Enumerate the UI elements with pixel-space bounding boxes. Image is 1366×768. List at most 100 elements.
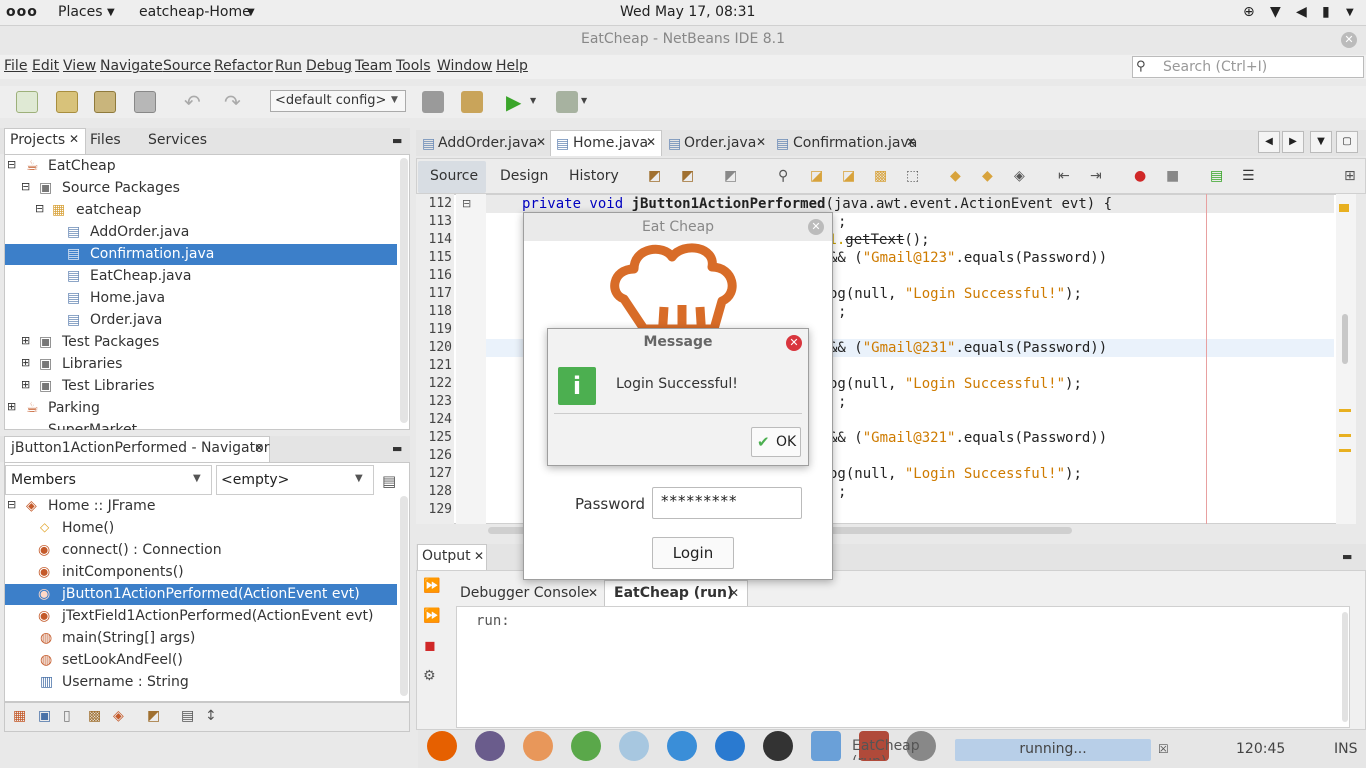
scrollbar[interactable] [400,496,408,696]
nav-item[interactable]: setLookAndFeel() [62,652,183,668]
filter-nonpublic-icon[interactable]: ▯ [63,708,71,724]
nav-item[interactable]: main(String[] args) [62,630,195,646]
music-icon[interactable] [523,731,553,761]
activities-button[interactable]: ooo [6,4,38,20]
volume-icon[interactable]: ◀ [1296,4,1307,20]
find-next-icon[interactable]: ◪ [842,168,855,184]
chevron-down-icon[interactable]: ▼ [1346,7,1354,18]
tab-confirmation[interactable]: Confirmation.java [793,135,917,151]
forward-icon[interactable]: ◩ [724,168,737,184]
minimize-icon[interactable]: ▬ [1342,550,1352,563]
simplenote-icon[interactable] [715,731,745,761]
search-input[interactable]: Search (Ctrl+I) [1132,56,1364,78]
firefox-icon[interactable] [427,731,457,761]
redo-icon[interactable]: ↷ [224,90,241,114]
tree-item-order[interactable]: Order.java [90,312,162,328]
uncomment-icon[interactable]: ☰ [1242,168,1255,184]
split-icon[interactable]: ⊞ [1344,168,1356,184]
fold-icon[interactable]: ⊟ [462,197,471,210]
stop-icon[interactable]: ◼ [424,638,436,654]
login-button[interactable]: Login [652,537,734,569]
settings-icon[interactable]: ⚙ [423,668,436,684]
find-previous-icon[interactable]: ◪ [810,168,823,184]
marker[interactable] [1339,204,1349,212]
close-icon[interactable]: ✕ [1341,32,1357,48]
tree-item-supermarket[interactable]: SuperMarket [48,422,137,430]
menu-source[interactable]: Source [163,58,211,74]
menu-tools[interactable]: Tools [396,58,431,74]
tab-addorder[interactable]: AddOrder.java [438,135,537,151]
password-field[interactable]: ********* [652,487,802,519]
menu-run[interactable]: Run [275,58,302,74]
find-icon[interactable]: ⚲ [778,168,788,184]
open-project-icon[interactable] [94,91,116,113]
tree-item-test-libraries[interactable]: Test Libraries [62,378,154,394]
tree-item-eatcheap-package[interactable]: eatcheap [76,202,141,218]
tab-debugger-console[interactable]: Debugger Console [460,585,589,601]
next-bookmark-icon[interactable]: ◆ [982,168,993,184]
tab-services[interactable]: Services [148,132,207,148]
debug-icon[interactable] [556,91,578,113]
tree-item-eatcheap-java[interactable]: EatCheap.java [90,268,191,284]
files-icon[interactable] [475,731,505,761]
close-icon[interactable]: ✕ [729,586,739,600]
undo-icon[interactable]: ↶ [184,90,201,114]
shift-right-icon[interactable]: ⇥ [1090,168,1102,184]
new-project-icon[interactable] [56,91,78,113]
terminal-icon[interactable] [763,731,793,761]
help-icon[interactable] [667,731,697,761]
menu-team[interactable]: Team [355,58,392,74]
tree-item-libraries[interactable]: Libraries [62,356,122,372]
build-icon[interactable] [422,91,444,113]
tree-item-test-packages[interactable]: Test Packages [62,334,159,350]
chevron-down-icon[interactable]: ▼ [530,96,536,105]
places-menu[interactable]: Places [58,4,103,20]
subtab-history[interactable]: History [569,168,619,184]
tree-item-confirmation[interactable]: Confirmation.java [90,246,214,262]
tree-item-parking[interactable]: Parking [48,400,100,416]
battery-icon[interactable]: ▮ [1322,4,1330,20]
nav-item[interactable]: Username : String [62,674,189,690]
menu-edit[interactable]: Edit [32,58,59,74]
collapse-icon[interactable]: ⊟ [21,180,30,193]
last-edit-icon[interactable]: ◩ [648,168,661,184]
config-select[interactable]: <default config> [270,90,406,112]
output-console[interactable] [456,606,1350,728]
wifi-icon[interactable]: ▼ [1270,4,1281,20]
clock[interactable]: Wed May 17, 08:31 [620,4,755,20]
prev-bookmark-icon[interactable]: ◆ [950,168,961,184]
save-all-icon[interactable] [134,91,156,113]
menu-navigate[interactable]: Navigate [100,58,163,74]
scrollbar[interactable] [400,158,408,423]
shift-left-icon[interactable]: ⇤ [1058,168,1070,184]
close-icon[interactable]: ✕ [756,135,766,149]
close-icon[interactable]: ✕ [646,135,656,149]
tab-order[interactable]: Order.java [684,135,756,151]
nav-item-selected[interactable]: jButton1ActionPerformed(ActionEvent evt) [62,586,360,602]
rerun-params-icon[interactable]: ⏩ [423,608,440,624]
menu-view[interactable]: View [63,58,96,74]
filter-inherited-icon[interactable]: ▩ [88,708,101,724]
rerun-icon[interactable]: ⏩ [423,578,440,594]
collapse-icon[interactable]: ⊟ [35,202,44,215]
expand-icon[interactable]: ⊞ [21,378,30,391]
menu-help[interactable]: Help [496,58,528,74]
members-filter[interactable]: Members [5,465,212,495]
expand-icon[interactable]: ⊞ [21,356,30,369]
filter-icon[interactable]: ▤ [382,472,396,490]
close-icon[interactable]: ✕ [906,135,916,149]
tab-files[interactable]: Files [90,132,121,148]
record-macro-icon[interactable]: ● [1134,168,1146,184]
filter-methods-icon[interactable]: ◈ [113,708,124,724]
sort-source-icon[interactable]: ↕ [205,708,217,724]
scroll-left-icon[interactable]: ◀ [1258,131,1280,153]
rect-select-icon[interactable]: ⬚ [906,168,919,184]
minimize-icon[interactable]: ▬ [392,134,402,147]
tab-list-icon[interactable]: ▼ [1310,131,1332,153]
nav-item[interactable]: initComponents() [62,564,184,580]
chevron-down-icon[interactable]: ▼ [581,96,587,105]
menu-refactor[interactable]: Refactor [214,58,273,74]
nav-item[interactable]: Home() [62,520,114,536]
menu-file[interactable]: File [4,58,27,74]
member-filter-select[interactable]: <empty> [216,465,374,495]
